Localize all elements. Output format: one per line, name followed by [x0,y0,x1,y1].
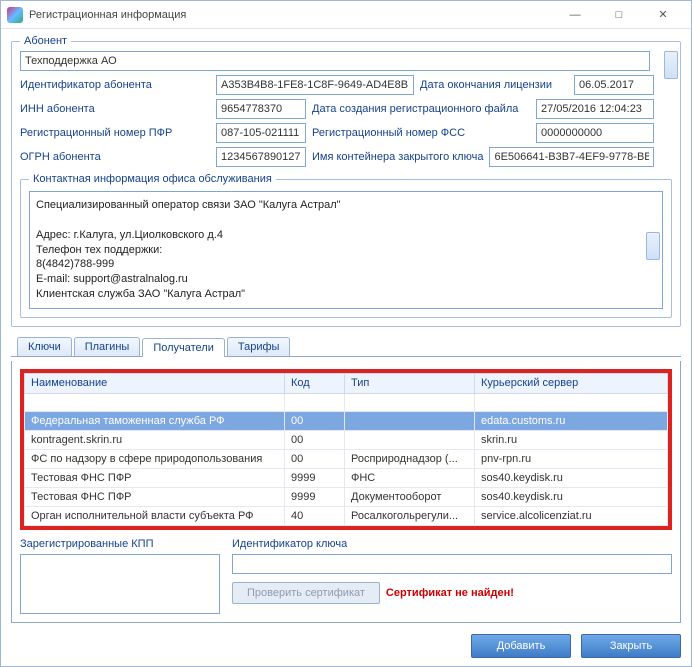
close-window-button[interactable]: ✕ [641,2,685,28]
abonent-name-field[interactable] [20,51,650,71]
tabs: Ключи Плагины Получатели Тарифы [11,337,681,357]
table-row[interactable]: Орган исполнительной власти субъекта РФ4… [25,506,668,525]
contact-line: Телефон тех поддержки: [36,243,656,258]
contact-line: E-mail: support@astralnalog.ru [36,272,656,287]
abonent-id-label: Идентификатор абонента [20,79,210,91]
cell-srv: edata.customs.ru [475,411,668,430]
kpp-field[interactable] [20,554,220,614]
pfr-label: Регистрационный номер ПФР [20,127,210,139]
scroll-thumb[interactable] [646,232,660,260]
table-row[interactable]: Тестовая ФНС ПФР9999Документооборотsos40… [25,487,668,506]
abonent-legend: Абонент [20,35,71,47]
fss-label: Регистрационный номер ФСС [312,127,465,139]
keyid-field[interactable] [232,554,672,574]
cell-srv: pnv-rpn.ru [475,449,668,468]
close-button[interactable]: Закрыть [581,634,681,658]
contact-legend: Контактная информация офиса обслуживания [29,173,276,185]
minimize-button[interactable]: — [553,2,597,28]
cell-type: Росприроднадзор (... [345,449,475,468]
tab-plugins[interactable]: Плагины [74,337,141,356]
cell-code: 9999 [285,468,345,487]
filter-row[interactable] [25,393,668,411]
contact-group: Контактная информация офиса обслуживания… [20,173,672,318]
col-server[interactable]: Курьерский сервер [475,373,668,393]
maximize-button[interactable]: □ [597,2,641,28]
cell-type: ФНС [345,468,475,487]
tab-tariffs[interactable]: Тарифы [227,337,291,356]
cell-type: Росалкогольрегули... [345,506,475,525]
cell-name: Тестовая ФНС ПФР [25,487,285,506]
cell-name: kontragent.skrin.ru [25,430,285,449]
window-body: Абонент Идентификатор абонента Дата окон… [1,29,691,626]
cell-name: Тестовая ФНС ПФР [25,468,285,487]
footer: Добавить Закрыть [1,626,691,666]
cell-code: 00 [285,411,345,430]
abonent-id-field[interactable] [216,75,414,95]
contact-line: 8(4842)788-999 [36,257,656,272]
abonent-group: Абонент Идентификатор абонента Дата окон… [11,35,681,327]
table-row[interactable]: ФС по надзору в сфере природопользования… [25,449,668,468]
cell-code: 40 [285,506,345,525]
col-type[interactable]: Тип [345,373,475,393]
cell-code: 00 [285,430,345,449]
contact-line: Специализированный оператор связи ЗАО "К… [36,198,656,213]
fss-field[interactable] [536,123,654,143]
col-code[interactable]: Код [285,373,345,393]
table-row[interactable]: kontragent.skrin.ru00 skrin.ru [25,430,668,449]
inn-field[interactable] [216,99,306,119]
pfr-field[interactable] [216,123,306,143]
recipients-grid-highlight: Наименование Код Тип Курьерский сервер Ф… [20,369,672,530]
col-name[interactable]: Наименование [25,373,285,393]
regfile-label: Дата создания регистрационного файла [312,103,518,115]
ogrn-field[interactable] [216,147,306,167]
table-row[interactable]: Федеральная таможенная служба РФ00 edata.… [25,411,668,430]
cell-name: ФС по надзору в сфере природопользования [25,449,285,468]
keyid-label: Идентификатор ключа [232,538,672,550]
cell-srv: skrin.ru [475,430,668,449]
cell-type [345,430,475,449]
titlebar[interactable]: Регистрационная информация — □ ✕ [1,1,691,29]
cell-srv: sos40.keydisk.ru [475,487,668,506]
tab-recipients[interactable]: Получатели [142,338,225,357]
tab-keys[interactable]: Ключи [17,337,72,356]
window-title: Регистрационная информация [29,9,553,21]
contact-line: Клиентская служба ЗАО "Калуга Астрал" [36,287,656,302]
contact-line: Адрес: г.Калуга, ул.Циолковского д.4 [36,228,656,243]
regfile-field[interactable] [536,99,654,119]
kpp-label: Зарегистрированные КПП [20,538,220,550]
add-button[interactable]: Добавить [471,634,571,658]
cell-srv: sos40.keydisk.ru [475,468,668,487]
scroll-thumb[interactable] [664,51,678,79]
cell-code: 9999 [285,487,345,506]
cell-name: Орган исполнительной власти субъекта РФ [25,506,285,525]
cell-code: 00 [285,449,345,468]
recipients-grid[interactable]: Наименование Код Тип Курьерский сервер Ф… [24,373,668,526]
inn-label: ИНН абонента [20,103,210,115]
license-end-label: Дата окончания лицензии [420,79,552,91]
cell-name: Федеральная таможенная служба РФ [25,411,285,430]
container-label: Имя контейнера закрытого ключа [312,151,483,163]
cell-type [345,411,475,430]
cell-srv: service.alcolicenziat.ru [475,506,668,525]
contact-text: Специализированный оператор связи ЗАО "К… [29,191,663,309]
app-icon [7,7,23,23]
cert-warning: Сертификат не найден! [386,587,514,599]
cell-type: Документооборот [345,487,475,506]
below-grid: Зарегистрированные КПП Идентификатор клю… [20,538,672,614]
check-cert-button[interactable]: Проверить сертификат [232,582,380,604]
license-end-field[interactable] [574,75,654,95]
tabpage-recipients: Наименование Код Тип Курьерский сервер Ф… [11,361,681,623]
window: Регистрационная информация — □ ✕ Абонент… [0,0,692,667]
container-field[interactable] [489,147,654,167]
table-row[interactable]: Тестовая ФНС ПФР9999ФНСsos40.keydisk.ru [25,468,668,487]
ogrn-label: ОГРН абонента [20,151,210,163]
